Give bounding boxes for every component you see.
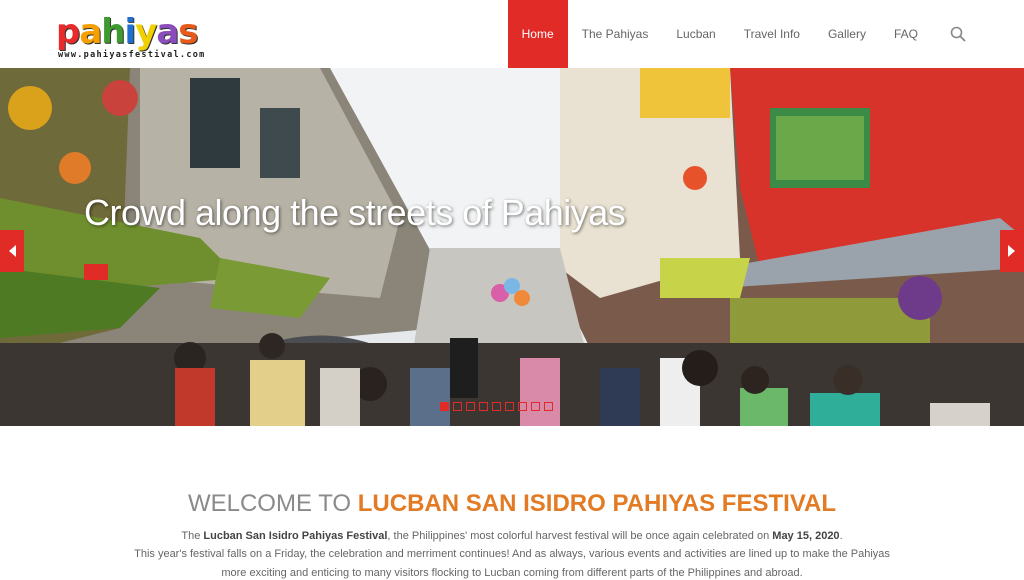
logo-letter: s (178, 12, 198, 52)
slider-pagination (440, 402, 553, 411)
nav-item-lucban[interactable]: Lucban (662, 0, 729, 68)
slider-next-button[interactable] (1000, 230, 1024, 272)
slider-dot[interactable] (479, 402, 488, 411)
welcome-paragraph-1: The Lucban San Isidro Pahiyas Festival, … (0, 530, 1024, 542)
logo-letter: y (135, 12, 157, 52)
p1-text-c: . (839, 530, 843, 542)
nav-item-home[interactable]: Home (507, 0, 568, 68)
p1-text-a: The (181, 530, 204, 542)
main-nav: Home The Pahiyas Lucban Travel Info Gall… (507, 0, 966, 68)
welcome-paragraph-2: This year's festival falls on a Friday, … (134, 548, 890, 560)
welcome-section: WELCOME TO LUCBAN SAN ISIDRO PAHIYAS FES… (0, 426, 1024, 580)
slider-prev-button[interactable] (0, 230, 24, 272)
slider-dot[interactable] (531, 402, 540, 411)
slider-dot[interactable] (466, 402, 475, 411)
p1-festival-name: Lucban San Isidro Pahiyas Festival (203, 530, 388, 542)
caption-accent-bar (84, 264, 108, 280)
logo-letter: i (124, 12, 137, 52)
welcome-paragraph-3: more exciting and enticing to many visit… (221, 567, 803, 579)
slider-dot[interactable] (492, 402, 501, 411)
logo-letter: h (101, 12, 125, 52)
logo-wordmark: pahiyas (56, 12, 199, 52)
p1-date: May 15, 2020 (772, 530, 840, 542)
slider-dot[interactable] (453, 402, 462, 411)
hero-photo (0, 68, 1024, 426)
nav-item-gallery[interactable]: Gallery (814, 0, 880, 68)
slider-dot[interactable] (440, 402, 449, 411)
logo-letter: a (156, 12, 179, 52)
p1-text-b: , the Philippines' most colorful harvest… (387, 530, 773, 542)
hero-slider: Crowd along the streets of Pahiyas (0, 68, 1024, 426)
hero-caption: Crowd along the streets of Pahiyas (84, 192, 626, 233)
nav-item-travel-info[interactable]: Travel Info (730, 0, 814, 68)
welcome-title: WELCOME TO LUCBAN SAN ISIDRO PAHIYAS FES… (0, 490, 1024, 518)
logo-letter: p (56, 12, 80, 52)
slider-dot[interactable] (505, 402, 514, 411)
nav-item-the-pahiyas[interactable]: The Pahiyas (568, 0, 663, 68)
nav-item-faq[interactable]: FAQ (880, 0, 932, 68)
search-button[interactable] (932, 0, 966, 68)
chevron-right-icon (1008, 245, 1015, 257)
slider-dot[interactable] (518, 402, 527, 411)
search-icon (950, 26, 966, 42)
chevron-left-icon (9, 245, 16, 257)
site-logo[interactable]: pahiyas www.pahiyasfestival.com (56, 12, 216, 60)
logo-letter: a (79, 12, 102, 52)
logo-url: www.pahiyasfestival.com (58, 50, 206, 60)
site-header: pahiyas www.pahiyasfestival.com Home The… (0, 0, 1024, 68)
welcome-title-prefix: WELCOME TO (187, 490, 358, 517)
welcome-title-festival: LUCBAN SAN ISIDRO PAHIYAS FESTIVAL (357, 490, 837, 517)
slider-dot[interactable] (544, 402, 553, 411)
